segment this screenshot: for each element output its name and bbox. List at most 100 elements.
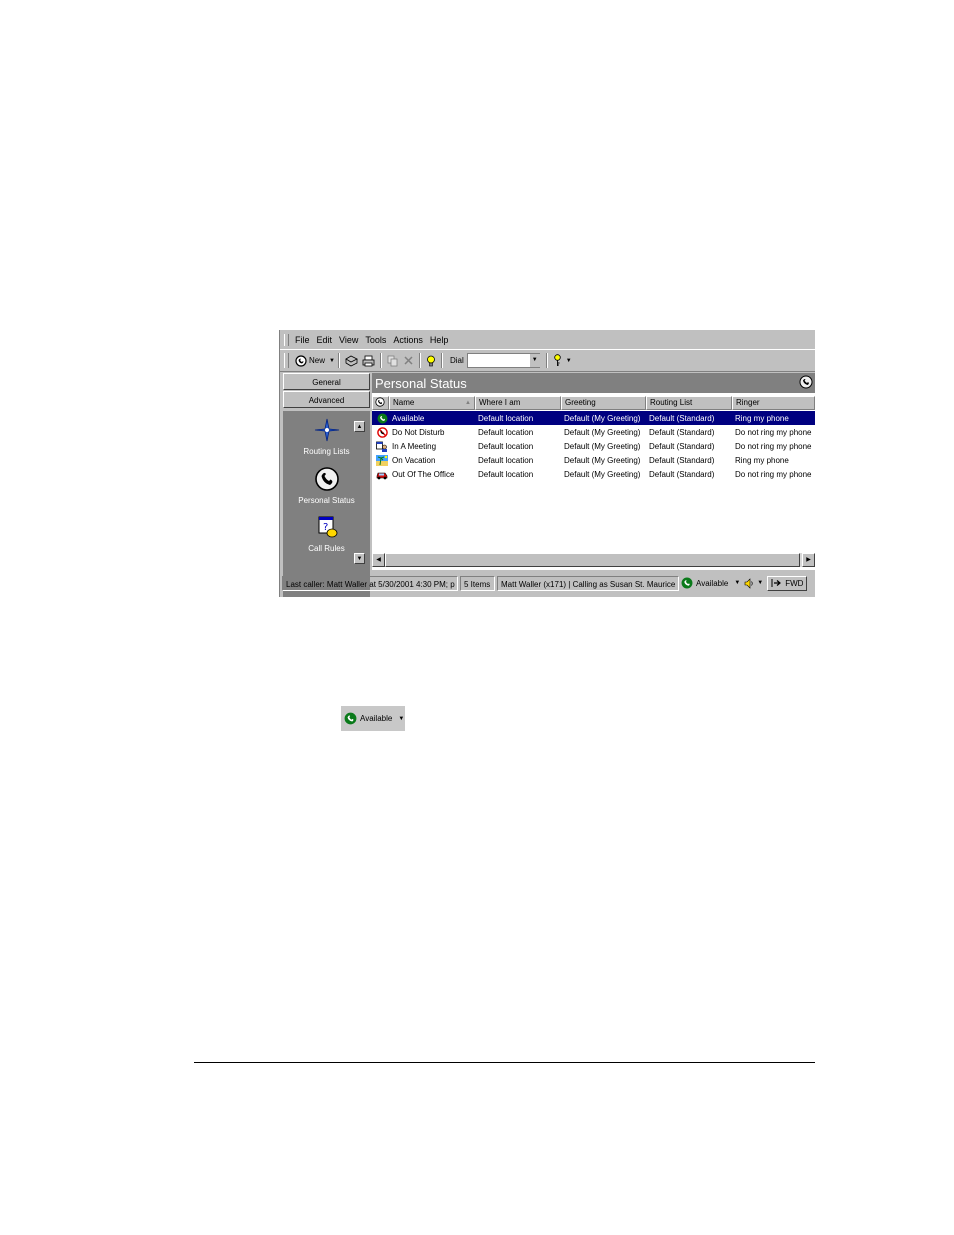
scroll-right-button[interactable]: ▶ <box>802 553 815 567</box>
out-of-office-icon <box>376 472 388 479</box>
shortcut-scroll-down-button[interactable]: ▼ <box>354 553 365 564</box>
row-icon-cell <box>372 454 389 466</box>
row-where: Default location <box>478 427 534 437</box>
scroll-thumb[interactable] <box>385 553 800 567</box>
column-header-name[interactable]: Name ▲ <box>389 396 475 410</box>
do-not-disturb-icon <box>376 426 388 438</box>
menu-file[interactable]: File <box>295 335 310 345</box>
dial-dropdown-arrow-icon[interactable]: ▼ <box>528 354 540 367</box>
row-icon-cell <box>372 469 389 480</box>
toolbar: New ▼ Dial ▼ ▼ <box>280 349 815 372</box>
column-header-ringer[interactable]: Ringer <box>732 396 815 410</box>
row-icon-cell <box>372 426 389 438</box>
status-selector[interactable]: Available ▼ <box>681 576 740 591</box>
available-icon <box>344 712 357 725</box>
shortcut-personal-status-label: Personal Status <box>298 496 355 505</box>
row-greeting: Default (My Greeting) <box>564 413 641 423</box>
delete-button[interactable] <box>401 353 416 369</box>
toolbar-grip[interactable] <box>284 353 289 368</box>
shortcut-call-rules-label: Call Rules <box>308 544 345 553</box>
status-selector-label: Available <box>696 578 729 588</box>
row-greeting: Default (My Greeting) <box>564 455 641 465</box>
shortcut-call-rules[interactable]: ? Call Rules <box>283 514 370 553</box>
row-icon-cell <box>372 441 389 452</box>
column-header-routing[interactable]: Routing List <box>646 396 732 410</box>
shortcut-bar: General Advanced ▲ Routing Lists Persona… <box>283 373 370 597</box>
new-status-icon <box>295 354 307 367</box>
page-title: Personal Status <box>375 375 467 391</box>
row-name: On Vacation <box>392 455 436 465</box>
column-header-where[interactable]: Where I am <box>475 396 561 410</box>
new-button[interactable]: New <box>293 353 327 369</box>
table-row[interactable]: In A Meeting Default location Default (M… <box>372 439 815 453</box>
available-dropdown-arrow-icon[interactable]: ▼ <box>398 716 404 722</box>
table-row[interactable]: Available Default location Default (My G… <box>372 411 815 425</box>
delete-x-icon <box>404 356 413 365</box>
menu-edit[interactable]: Edit <box>317 335 333 345</box>
personal-status-view: Personal Status Name ▲ Where I am Greeti… <box>372 373 815 570</box>
toolbar-separator <box>337 353 340 368</box>
row-routing: Default (Standard) <box>649 441 715 451</box>
menu-tools[interactable]: Tools <box>365 335 386 345</box>
move-to-folder-button[interactable] <box>343 353 360 369</box>
row-routing: Default (Standard) <box>649 469 715 479</box>
lightbulb-icon <box>427 355 435 366</box>
volume-control[interactable]: ▼ <box>744 576 763 591</box>
group-general-button[interactable]: General <box>283 373 370 390</box>
print-button[interactable] <box>360 353 377 369</box>
help-dropdown-arrow-icon[interactable]: ▼ <box>566 358 572 364</box>
column-header-greeting[interactable]: Greeting <box>561 396 646 410</box>
shortcut-routing-lists[interactable]: Routing Lists <box>283 417 370 456</box>
row-greeting: Default (My Greeting) <box>564 441 641 451</box>
available-control-label: Available <box>360 714 393 723</box>
shortcut-personal-status[interactable]: Personal Status <box>283 466 370 505</box>
menu-actions[interactable]: Actions <box>393 335 423 345</box>
column-header-name-label: Name <box>393 398 415 407</box>
menubar-grip[interactable] <box>284 334 289 346</box>
user-panel: Matt Waller (x171) | Calling as Susan St… <box>497 575 679 591</box>
forward-button[interactable]: FWD <box>767 575 808 591</box>
personal-status-icon <box>314 467 339 491</box>
group-advanced-button[interactable]: Advanced <box>283 391 370 408</box>
status-dropdown-arrow-icon[interactable]: ▼ <box>734 580 740 586</box>
move-folder-icon <box>345 355 358 366</box>
available-icon <box>377 413 387 423</box>
toolbar-separator <box>545 353 548 368</box>
row-where: Default location <box>478 455 534 465</box>
dial-combobox[interactable]: ▼ <box>466 353 540 368</box>
routing-lists-icon <box>314 418 339 442</box>
toolbar-separator <box>379 353 382 368</box>
copy-button[interactable] <box>385 353 401 369</box>
row-name: Available <box>392 413 425 423</box>
menu-help[interactable]: Help <box>430 335 449 345</box>
item-count-panel: 5 Items <box>460 575 495 591</box>
menu-view[interactable]: View <box>339 335 358 345</box>
table-row[interactable]: Do Not Disturb Default location Default … <box>372 425 815 439</box>
row-greeting: Default (My Greeting) <box>564 427 641 437</box>
call-rules-icon: ? <box>318 516 337 538</box>
new-button-label: New <box>309 356 326 365</box>
row-routing: Default (Standard) <box>649 413 715 423</box>
horizontal-scrollbar[interactable]: ◀ ▶ <box>372 553 815 567</box>
menu-bar: File Edit View Tools Actions Help <box>280 332 815 348</box>
help-tip-button[interactable] <box>551 353 564 369</box>
volume-dropdown-arrow-icon[interactable]: ▼ <box>757 580 763 586</box>
status-list: Available Default location Default (My G… <box>372 411 815 481</box>
toolbar-separator <box>418 353 421 368</box>
table-row[interactable]: Out Of The Office Default location Defau… <box>372 467 815 481</box>
printer-icon <box>362 355 375 366</box>
row-routing: Default (Standard) <box>649 455 715 465</box>
tip-button[interactable] <box>424 353 438 369</box>
scroll-left-button[interactable]: ◀ <box>372 553 385 567</box>
column-header-icon[interactable] <box>372 396 389 410</box>
available-status-control[interactable]: Available ▼ <box>341 706 405 731</box>
row-routing: Default (Standard) <box>649 427 715 437</box>
available-icon <box>681 577 693 589</box>
new-dropdown-arrow-icon[interactable]: ▼ <box>329 358 335 364</box>
vacation-icon <box>376 454 388 466</box>
table-row[interactable]: On Vacation Default location Default (My… <box>372 453 815 467</box>
forward-arrow-icon <box>771 579 782 587</box>
toolbar-separator <box>440 353 443 368</box>
meeting-icon <box>376 441 387 452</box>
row-ringer: Do not ring my phone <box>735 441 812 451</box>
